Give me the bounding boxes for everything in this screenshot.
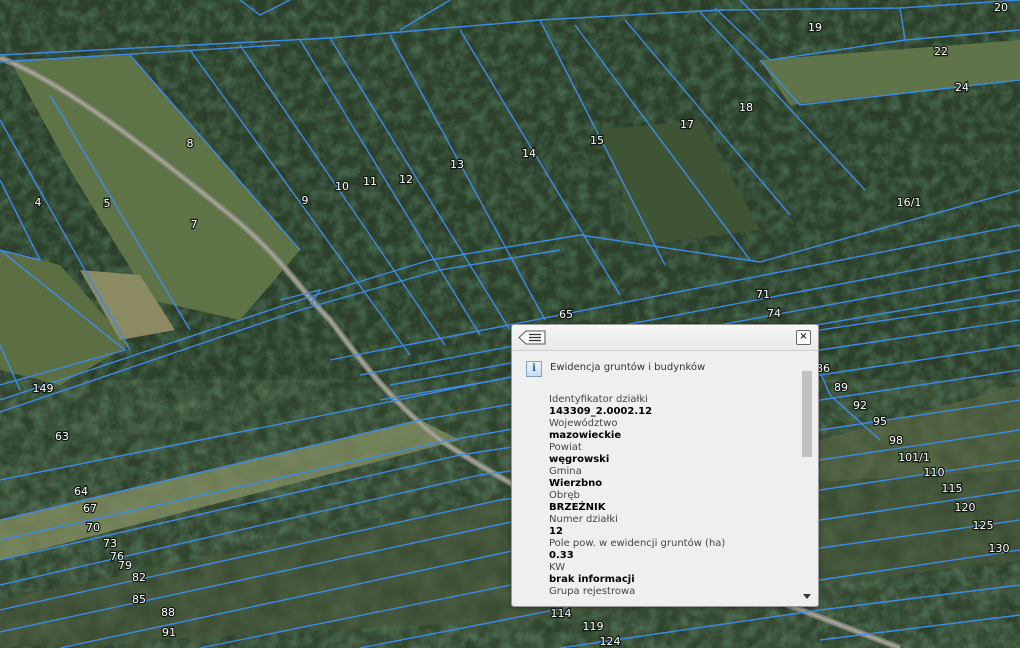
- parcel-number-label: 9: [302, 194, 309, 207]
- info-icon: i: [526, 361, 542, 377]
- popup-body: i Ewidencja gruntów i budynków Identyfik…: [512, 351, 818, 606]
- parcel-number-label: 13: [450, 158, 464, 171]
- parcel-number-label: 18: [739, 101, 753, 114]
- scroll-down-icon[interactable]: [803, 594, 811, 599]
- popup-scrollbar[interactable]: [801, 365, 813, 599]
- parcel-number-label: 22: [934, 45, 948, 58]
- parcel-number-label: 19: [808, 21, 822, 34]
- attribute-label: Numer działki: [549, 514, 618, 525]
- parcel-number-label: 91: [162, 626, 176, 639]
- parcel-number-label: 79: [118, 559, 132, 572]
- parcel-number-label: 73: [103, 537, 117, 550]
- close-icon[interactable]: ×: [796, 330, 811, 345]
- scrollbar-thumb[interactable]: [802, 371, 812, 457]
- parcel-number-label: 92: [853, 399, 867, 412]
- parcel-number-label: 82: [132, 571, 146, 584]
- parcel-number-label: 110: [924, 466, 945, 479]
- parcel-number-label: 98: [889, 434, 903, 447]
- back-list-icon[interactable]: [518, 330, 546, 345]
- attribute-value: 143309_2.0002.12: [549, 406, 653, 417]
- parcel-number-label: 95: [873, 415, 887, 428]
- attribute-value: [549, 598, 794, 606]
- attribute-value: mazowieckie: [549, 430, 622, 441]
- attribute-label: Województwo: [549, 418, 618, 429]
- parcel-number-label: 88: [161, 606, 175, 619]
- attribute-label: Identyfikator działki: [549, 394, 648, 405]
- attribute-label: Gmina: [549, 466, 582, 477]
- attribute-value: węgrowski: [549, 454, 610, 465]
- parcel-number-label: 4: [35, 196, 42, 209]
- attribute-value: 12: [549, 526, 563, 537]
- parcel-number-label: 71: [756, 288, 770, 301]
- feature-info-popup: × i Ewidencja gruntów i budynków Identyf…: [511, 324, 819, 607]
- attribute-label: Pole pow. w ewidencji gruntów (ha): [549, 538, 726, 549]
- attribute-list: Identyfikator działki 143309_2.0002.12 Woj…: [549, 394, 794, 606]
- parcel-number-label: 149: [33, 382, 54, 395]
- parcel-number-label: 114: [551, 607, 572, 620]
- parcel-number-label: 67: [83, 502, 97, 515]
- parcel-number-label: 12: [399, 173, 413, 186]
- parcel-number-label: 85: [132, 593, 146, 606]
- parcel-number-label: 101/1: [898, 451, 930, 464]
- parcel-number-label: 16/1: [897, 196, 922, 209]
- parcel-number-label: 115: [942, 482, 963, 495]
- parcel-number-label: 11: [363, 175, 377, 188]
- parcel-number-label: 130: [989, 542, 1010, 555]
- attribute-value: 0.33: [549, 550, 574, 561]
- parcel-number-label: 24: [955, 81, 969, 94]
- attribute-label: KW: [549, 562, 566, 573]
- parcel-number-label: 5: [104, 197, 111, 210]
- aerial-map[interactable]: 20192224181715141312111098754 16/17174651…: [0, 0, 1020, 648]
- parcel-number-label: 125: [973, 519, 994, 532]
- popup-header: ×: [512, 325, 818, 351]
- parcel-number-label: 17: [680, 118, 694, 131]
- parcel-number-label: 70: [86, 521, 100, 534]
- attribute-label: Grupa rejestrowa: [549, 586, 636, 597]
- attribute-value: brak informacji: [549, 574, 635, 585]
- parcel-number-label: 120: [955, 501, 976, 514]
- attribute-label: Powiat: [549, 442, 582, 453]
- grass-texture: [0, 380, 1020, 648]
- parcel-number-label: 74: [767, 307, 781, 320]
- parcel-number-label: 20: [994, 1, 1008, 14]
- parcel-number-label: 89: [834, 381, 848, 394]
- parcel-number-label: 124: [600, 635, 621, 648]
- attribute-value: Wierzbno: [549, 478, 603, 489]
- attribute-label: Obręb: [549, 490, 580, 501]
- parcel-number-label: 65: [559, 308, 573, 321]
- parcel-number-label: 15: [590, 134, 604, 147]
- parcel-number-label: 8: [187, 137, 194, 150]
- parcel-number-label: 64: [74, 485, 88, 498]
- parcel-number-label: 7: [191, 218, 198, 231]
- layer-title: Ewidencja gruntów i budynków: [550, 362, 706, 373]
- parcel-number-label: 63: [55, 430, 69, 443]
- parcel-number-label: 14: [522, 147, 536, 160]
- attribute-value: BRZEŹNIK: [549, 502, 606, 513]
- parcel-number-label: 119: [583, 620, 604, 633]
- parcel-number-label: 10: [335, 180, 349, 193]
